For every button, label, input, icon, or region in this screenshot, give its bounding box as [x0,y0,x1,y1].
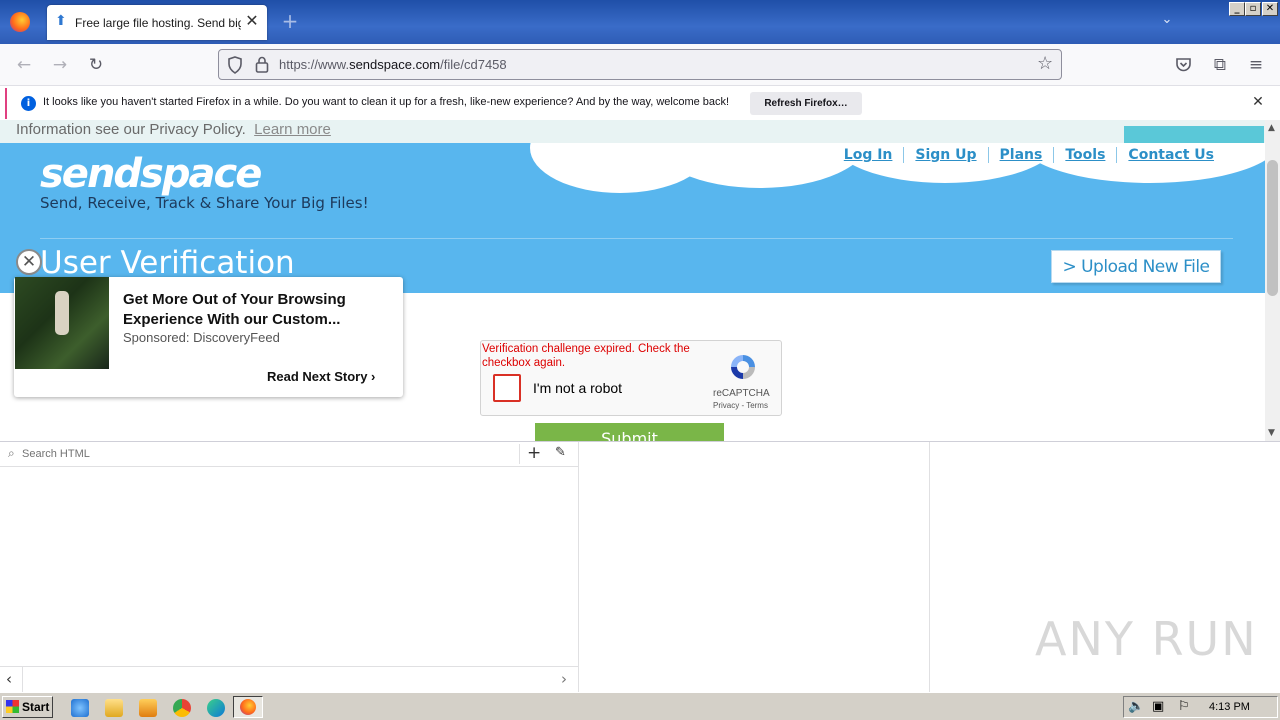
close-notification-icon[interactable]: ✕ [1251,94,1265,112]
edge-icon[interactable] [207,699,225,717]
firefox-icon [240,699,256,715]
ad-sponsor: Sponsored: DiscoveryFeed [123,330,280,345]
chevron-left-icon[interactable]: ‹ [6,670,12,688]
scroll-down-icon[interactable]: ▼ [1268,428,1275,438]
close-tab-icon[interactable]: ✕ [243,12,261,30]
pocket-icon[interactable] [1175,56,1192,73]
system-tray: 🔈 ▣ ⚐ 4:13 PM [1123,696,1278,718]
clock: 4:13 PM [1209,701,1250,713]
internet-explorer-icon[interactable] [71,699,89,717]
recaptcha-label: I'm not a robot [533,380,623,396]
list-tabs-icon[interactable]: ⌄ [1158,12,1176,30]
lock-icon[interactable] [255,56,269,73]
person-figure [55,291,69,335]
cookie-accept-button[interactable] [1124,126,1264,143]
recaptcha-widget: Verification challenge expired. Check th… [480,340,782,416]
taskbar: Start 🔈 ▣ ⚐ 4:13 PM [0,692,1280,720]
volume-icon[interactable]: 🔈 [1128,699,1144,714]
tab-title: Free large file hosting. Send big file [75,16,241,30]
close-window-button[interactable]: ✕ [1262,2,1278,16]
recaptcha-logo-icon [731,355,755,379]
devtools-panel: ⌕ Search HTML + ✎ ‹ › ANY RUN [0,441,1280,693]
recaptcha-checkbox[interactable] [493,374,521,402]
submit-button[interactable]: Submit [535,423,724,441]
search-icon: ⌕ [8,446,15,460]
divider [40,238,1233,239]
minimize-button[interactable]: _ [1229,2,1245,16]
anyrun-watermark: ANY RUN [1035,612,1258,666]
browser-tab[interactable]: ⬆ Free large file hosting. Send big file… [47,5,267,40]
folder-icon[interactable] [105,699,123,717]
close-ad-icon[interactable]: ✕ [16,249,42,275]
nav-plans[interactable]: Plans [987,147,1054,163]
firefox-icon[interactable] [10,12,30,32]
new-tab-icon[interactable]: + [280,11,300,31]
restore-button[interactable]: ▫ [1245,2,1261,16]
cookie-banner: Information see our Privacy Policy. Lear… [0,120,1265,143]
sponsored-ad-card[interactable]: Get More Out of Your Browsing Experience… [14,277,403,397]
nav-tools[interactable]: Tools [1053,147,1116,163]
extensions-icon[interactable]: ⧉ [1210,55,1230,75]
media-player-icon[interactable] [139,699,157,717]
nav-contact-us[interactable]: Contact Us [1116,147,1225,163]
chevron-right-icon[interactable]: › [561,670,567,688]
upload-new-file-button[interactable]: > Upload New File [1051,250,1221,283]
add-node-icon[interactable]: + [527,443,541,463]
site-nav: Log In Sign Up Plans Tools Contact Us [833,147,1225,163]
page-viewport: Information see our Privacy Policy. Lear… [0,120,1265,441]
flag-icon[interactable]: ⚐ [1178,699,1190,714]
ad-image[interactable] [15,277,109,369]
inspector-pane: ⌕ Search HTML + ✎ ‹ › [0,442,579,693]
menu-icon[interactable]: ≡ [1246,55,1266,75]
cookie-text: Information see our Privacy Policy. Lear… [16,121,331,138]
network-icon[interactable]: ▣ [1152,699,1164,714]
learn-more-link[interactable]: Learn more [254,121,331,138]
chrome-icon[interactable] [173,699,191,717]
search-html-input[interactable]: Search HTML [22,448,90,460]
recaptcha-privacy-terms[interactable]: Privacy - Terms [713,401,768,410]
nav-log-in[interactable]: Log In [833,147,904,163]
url-text[interactable]: https://www.sendspace.com/file/cd7458 [279,57,507,72]
windows-logo-icon [6,700,19,713]
rules-pane [580,442,930,693]
tracking-protection-icon[interactable] [227,56,243,74]
breadcrumb-bar: ‹ › [0,666,579,693]
navigation-toolbar: ← → ↻ https://www.sendspace.com/file/cd7… [0,44,1280,86]
title-bar: ⬆ Free large file hosting. Send big file… [0,0,1280,44]
tagline: Send, Receive, Track & Share Your Big Fi… [40,194,369,212]
scrollbar-thumb[interactable] [1267,160,1278,296]
reload-icon[interactable]: ↻ [86,55,106,75]
back-icon[interactable]: ← [14,55,34,75]
ad-title[interactable]: Get More Out of Your Browsing Experience… [123,290,393,330]
recaptcha-error: Verification challenge expired. Check th… [482,343,690,369]
chevron-right-icon: › [371,369,376,384]
sendspace-logo[interactable]: sendspace [40,151,262,197]
firefox-taskbar-button[interactable] [233,696,263,718]
divider [22,667,23,693]
nav-sign-up[interactable]: Sign Up [903,147,987,163]
forward-icon[interactable]: → [50,55,70,75]
page-title: User Verification [40,245,295,281]
sendspace-favicon-icon: ⬆ [55,13,67,29]
divider [519,444,520,464]
scroll-up-icon[interactable]: ▲ [1268,123,1275,133]
firefox-notification-bar: i It looks like you haven't started Fire… [5,88,1275,119]
eyedropper-icon[interactable]: ✎ [555,445,566,460]
read-next-story-link[interactable]: Read Next Story › [267,369,375,384]
notification-text: It looks like you haven't started Firefo… [43,96,730,108]
recaptcha-brand: reCAPTCHA [713,388,770,399]
url-bar[interactable]: https://www.sendspace.com/file/cd7458 ☆ [218,49,1062,80]
page-scrollbar[interactable]: ▲ ▼ [1265,120,1280,441]
site-header: sendspace Send, Receive, Track & Share Y… [0,143,1265,293]
html-search-bar[interactable]: ⌕ Search HTML + ✎ [0,442,579,467]
bookmark-star-icon[interactable]: ☆ [1037,53,1053,74]
start-button[interactable]: Start [2,696,53,718]
info-icon: i [21,96,36,111]
refresh-firefox-button[interactable]: Refresh Firefox… [750,92,862,115]
